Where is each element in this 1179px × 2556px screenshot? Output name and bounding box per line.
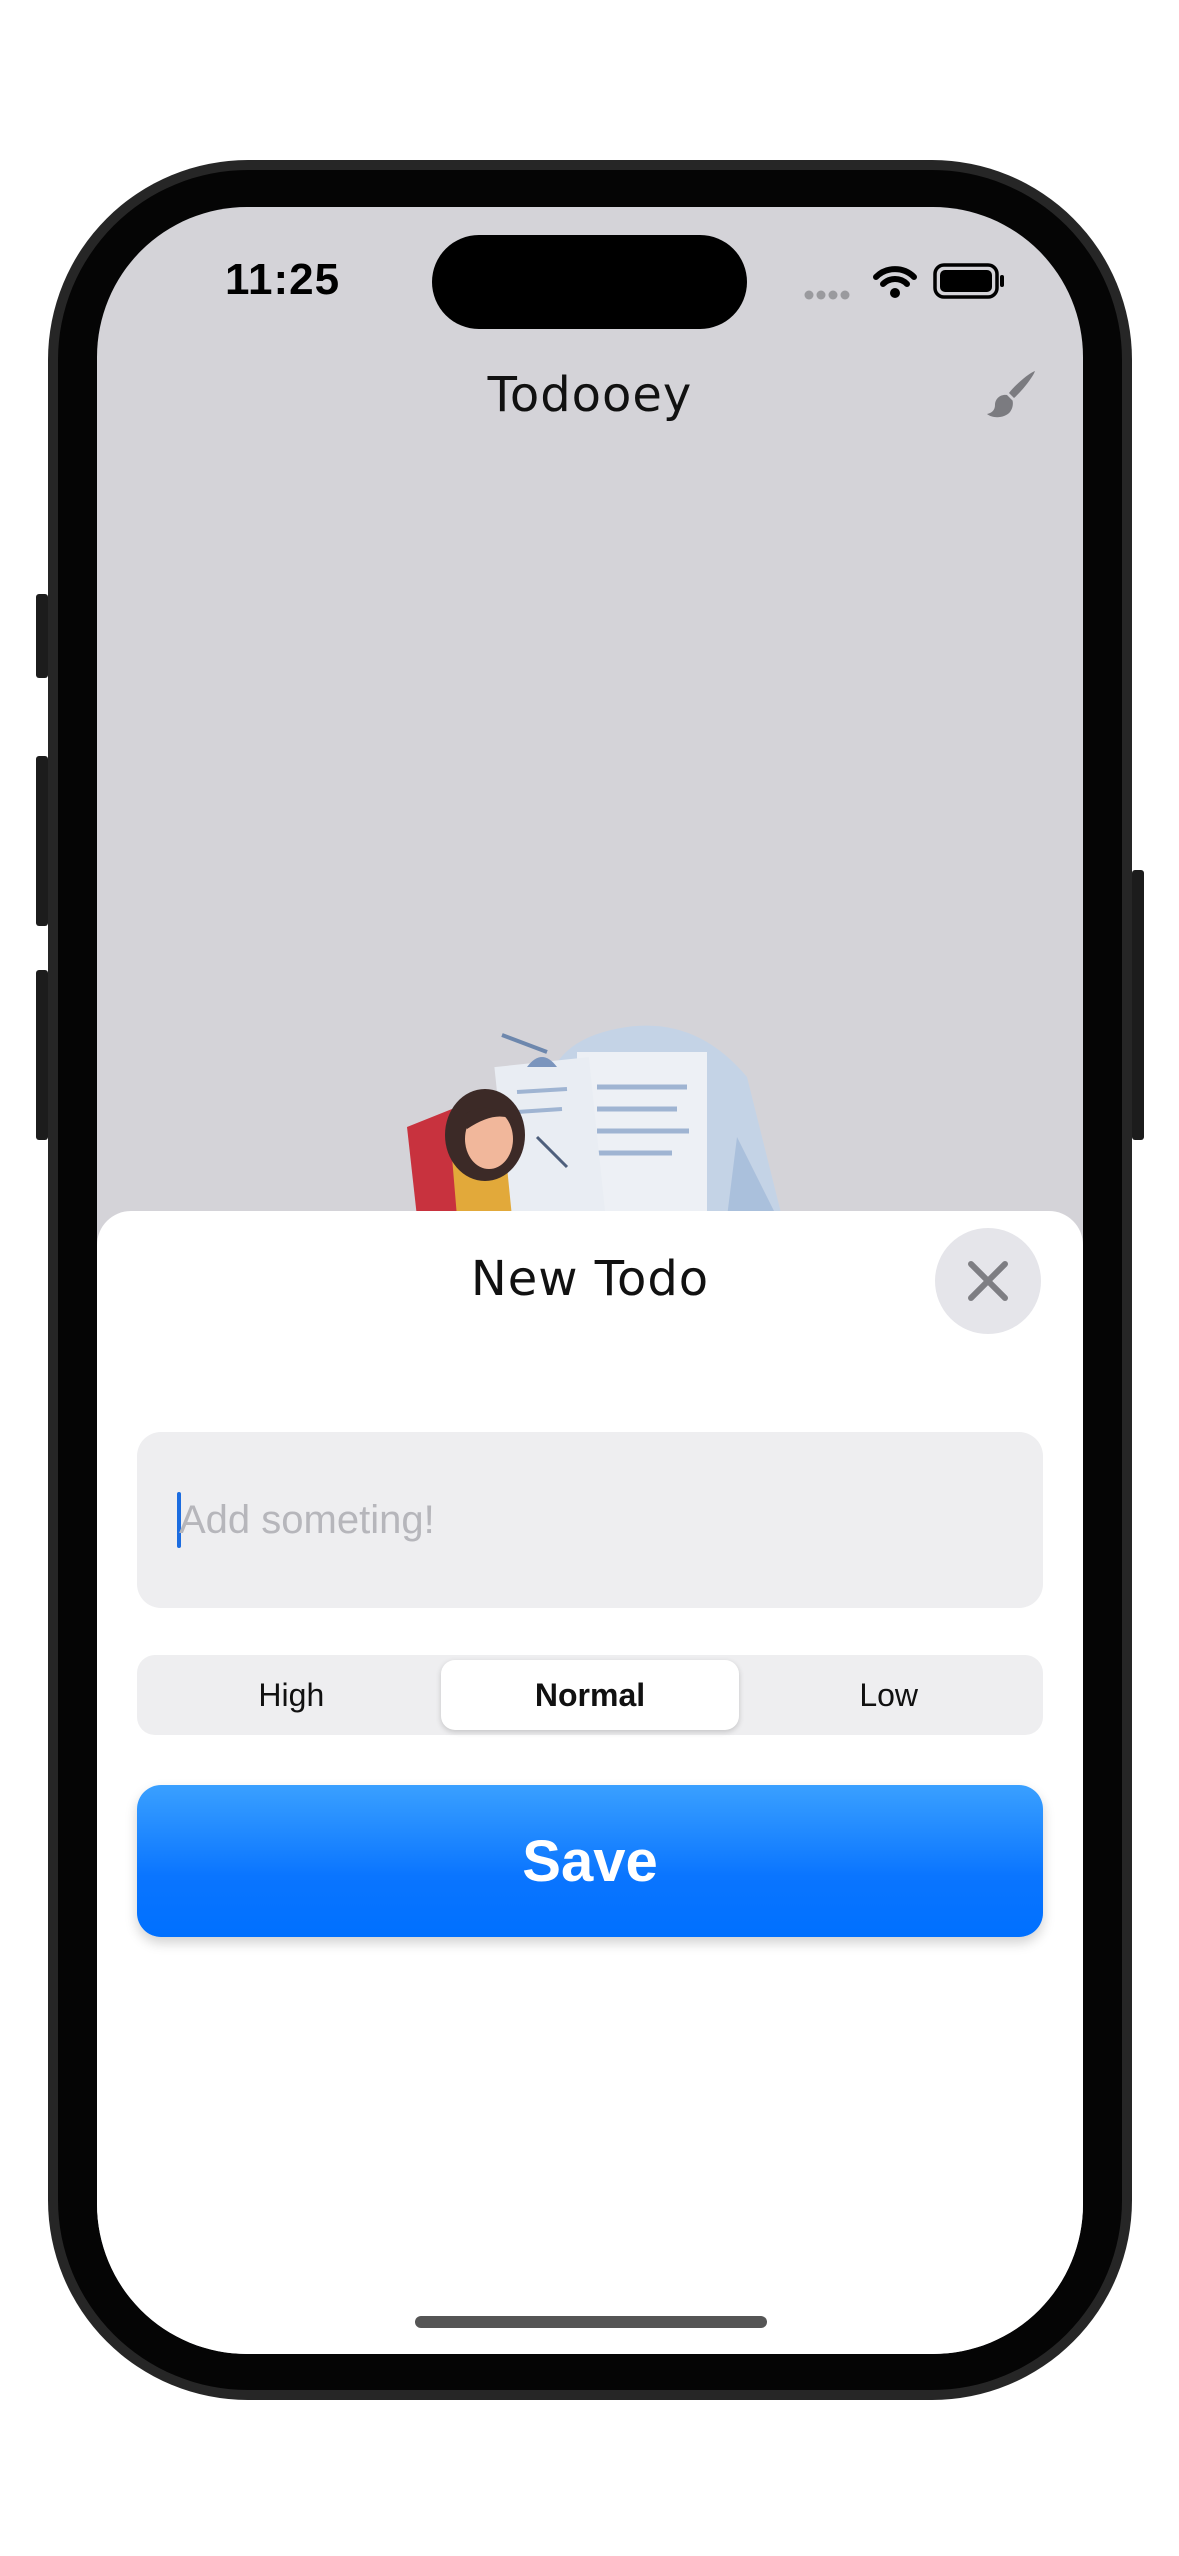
new-todo-sheet: New Todo High Normal Low Save <box>97 1211 1083 2354</box>
priority-segmented-control: High Normal Low <box>137 1655 1043 1735</box>
power-button <box>1132 870 1144 1140</box>
wifi-icon <box>873 266 917 298</box>
home-indicator[interactable] <box>415 2316 767 2328</box>
todo-input-container <box>137 1432 1043 1608</box>
close-icon <box>968 1261 1008 1301</box>
todo-text-input[interactable] <box>177 1432 1017 1608</box>
screen: 11:25 Todooey New Todo Add someting! Hig… <box>97 207 1083 2354</box>
priority-low-segment[interactable]: Low <box>739 1660 1038 1730</box>
paintbrush-icon[interactable] <box>983 367 1039 423</box>
cellular-dots-icon <box>804 290 850 300</box>
dynamic-island <box>432 235 747 329</box>
volume-up-button <box>36 756 48 926</box>
status-time: 11:25 <box>225 255 341 304</box>
volume-down-button <box>36 970 48 1140</box>
battery-full-icon <box>933 263 1004 299</box>
page: 11:25 Todooey New Todo Add someting! Hig… <box>0 0 1179 2556</box>
close-button[interactable] <box>935 1228 1041 1334</box>
woman-reading-illustration <box>407 1025 782 1217</box>
priority-high-segment[interactable]: High <box>142 1660 441 1730</box>
app-title: Todooey <box>487 367 693 423</box>
save-button[interactable]: Save <box>137 1785 1043 1937</box>
silent-switch <box>36 594 48 678</box>
priority-normal-segment[interactable]: Normal <box>440 1660 740 1730</box>
